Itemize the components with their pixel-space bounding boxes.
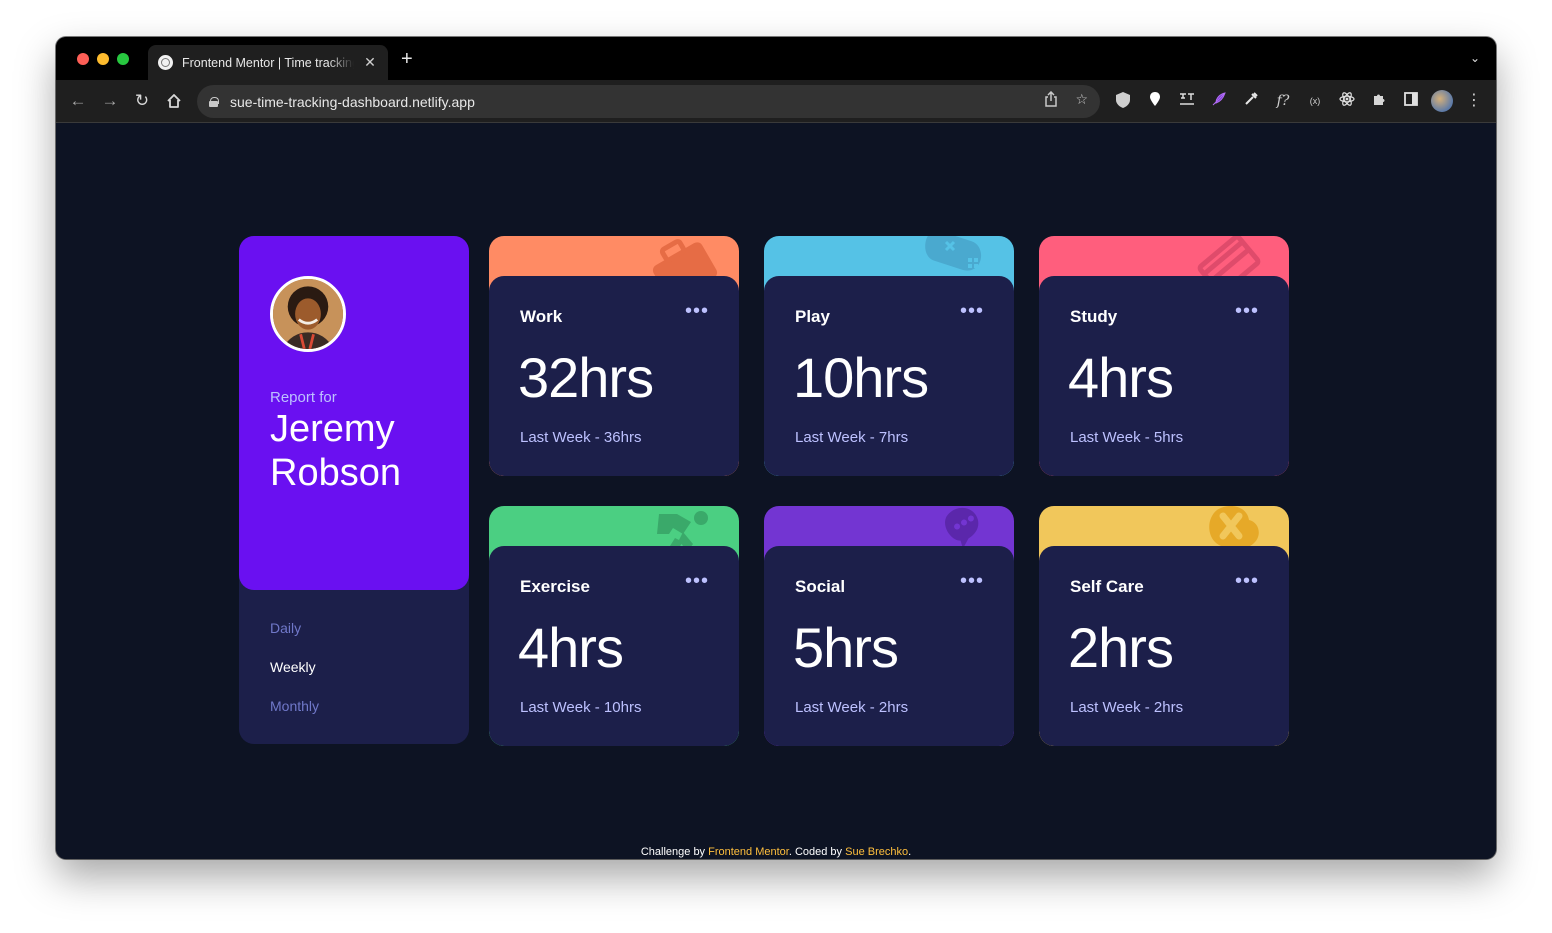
exercise-card: Exercise ••• 4hrs Last Week - 10hrs (489, 506, 739, 746)
maximize-window-button[interactable] (117, 53, 129, 65)
home-button[interactable] (163, 90, 185, 112)
study-card-body[interactable]: Study ••• 4hrs Last Week - 5hrs (1039, 276, 1289, 476)
variables-extension-icon[interactable]: (x) (1305, 91, 1325, 111)
period-monthly-button[interactable]: Monthly (270, 698, 319, 714)
bookmark-star-icon[interactable]: ☆ (1075, 91, 1088, 108)
tab-close-button[interactable]: ✕ (362, 54, 378, 71)
react-extension-icon[interactable] (1337, 91, 1357, 111)
share-icon[interactable] (1044, 90, 1058, 110)
work-card-body[interactable]: Work ••• 32hrs Last Week - 36hrs (489, 276, 739, 476)
forward-button[interactable]: → (99, 90, 121, 112)
card-title: Play (795, 307, 830, 326)
translate-extension-icon[interactable] (1177, 91, 1197, 111)
browser-menu-icon[interactable]: ⋮ (1466, 90, 1482, 110)
previous-hours: Last Week - 10hrs (520, 699, 642, 716)
play-card-body[interactable]: Play ••• 10hrs Last Week - 7hrs (764, 276, 1014, 476)
card-title: Self Care (1070, 577, 1144, 596)
play-card: Play ••• 10hrs Last Week - 7hrs (764, 236, 1014, 476)
footer-prefix: Challenge by (640, 846, 709, 858)
ellipsis-menu-icon[interactable]: ••• (685, 571, 709, 591)
tab-strip: Frontend Mentor | Time tracking dashboar… (56, 37, 1496, 80)
self-care-card-body[interactable]: Self Care ••• 2hrs Last Week - 2hrs (1039, 546, 1289, 746)
close-window-button[interactable] (77, 53, 89, 65)
card-title: Study (1070, 307, 1118, 326)
back-button[interactable]: ← (67, 90, 89, 112)
browser-tab[interactable]: Frontend Mentor | Time tracking dashboar… (148, 45, 388, 80)
page-content: Report for Jeremy Robson Daily Weekly Mo… (56, 123, 1496, 859)
lock-icon[interactable] (209, 96, 219, 107)
period-daily-button[interactable]: Daily (270, 620, 301, 636)
ellipsis-menu-icon[interactable]: ••• (685, 301, 709, 321)
profile-header: Report for Jeremy Robson (239, 236, 469, 590)
ellipsis-menu-icon[interactable]: ••• (1235, 571, 1259, 591)
social-card: Social ••• 5hrs Last Week - 2hrs (764, 506, 1014, 746)
period-weekly-button[interactable]: Weekly (270, 659, 316, 675)
browser-toolbar: ← → ↻ sue-time-tracking-dashboard.netlif… (56, 80, 1496, 123)
browser-window: Frontend Mentor | Time tracking dashboar… (56, 37, 1496, 859)
ellipsis-menu-icon[interactable]: ••• (960, 301, 984, 321)
location-pin-extension-icon[interactable] (1145, 91, 1165, 111)
current-hours: 4hrs (518, 616, 624, 679)
ellipsis-menu-icon[interactable]: ••• (960, 571, 984, 591)
url-text[interactable]: sue-time-tracking-dashboard.netlify.app (230, 94, 475, 110)
new-tab-button[interactable]: + (401, 49, 413, 69)
footer-suffix: . (908, 846, 912, 858)
previous-hours: Last Week - 7hrs (795, 429, 909, 446)
shield-extension-icon[interactable] (1113, 91, 1133, 111)
profile-card: Report for Jeremy Robson Daily Weekly Mo… (239, 236, 469, 744)
feather-extension-icon[interactable] (1209, 91, 1229, 111)
study-card: Study ••• 4hrs Last Week - 5hrs (1039, 236, 1289, 476)
card-title: Social (795, 577, 846, 596)
minimize-window-button[interactable] (97, 53, 109, 65)
sidebar-toggle-icon[interactable] (1401, 91, 1421, 111)
tab-title: Frontend Mentor | Time tracking dashboar… (182, 55, 354, 70)
current-hours: 2hrs (1068, 616, 1174, 679)
current-hours: 32hrs (518, 346, 654, 409)
font-extension-icon[interactable]: f? (1273, 91, 1293, 111)
favicon-icon (158, 55, 173, 70)
social-card-body[interactable]: Social ••• 5hrs Last Week - 2hrs (764, 546, 1014, 746)
tab-search-chevron-icon[interactable]: ⌄ (1470, 51, 1480, 65)
current-hours: 5hrs (793, 616, 899, 679)
current-hours: 10hrs (793, 346, 929, 409)
previous-hours: Last Week - 2hrs (795, 699, 909, 716)
card-title: Work (520, 307, 563, 326)
ellipsis-menu-icon[interactable]: ••• (1235, 301, 1259, 321)
previous-hours: Last Week - 36hrs (520, 429, 642, 446)
user-avatar (270, 276, 346, 352)
user-name: Jeremy Robson (270, 408, 401, 494)
previous-hours: Last Week - 2hrs (1070, 699, 1184, 716)
eyedropper-extension-icon[interactable] (1241, 91, 1261, 111)
self-care-card: Self Care ••• 2hrs Last Week - 2hrs (1039, 506, 1289, 746)
work-card: Work ••• 32hrs Last Week - 36hrs (489, 236, 739, 476)
card-title: Exercise (520, 577, 590, 596)
profile-avatar-icon[interactable] (1431, 90, 1453, 112)
report-for-label: Report for (270, 389, 337, 406)
exercise-card-body[interactable]: Exercise ••• 4hrs Last Week - 10hrs (489, 546, 739, 746)
puzzle-extensions-icon[interactable] (1369, 91, 1389, 111)
footer-middle: . Coded by (788, 846, 846, 858)
reload-button[interactable]: ↻ (131, 90, 153, 112)
address-bar[interactable]: sue-time-tracking-dashboard.netlify.app … (197, 85, 1100, 118)
previous-hours: Last Week - 5hrs (1070, 429, 1184, 446)
attribution-footer: Challenge by Frontend Mentor. Coded by S… (56, 846, 1496, 858)
frontend-mentor-link[interactable]: Frontend Mentor (708, 846, 789, 858)
current-hours: 4hrs (1068, 346, 1174, 409)
author-link[interactable]: Sue Brechko (845, 846, 908, 858)
